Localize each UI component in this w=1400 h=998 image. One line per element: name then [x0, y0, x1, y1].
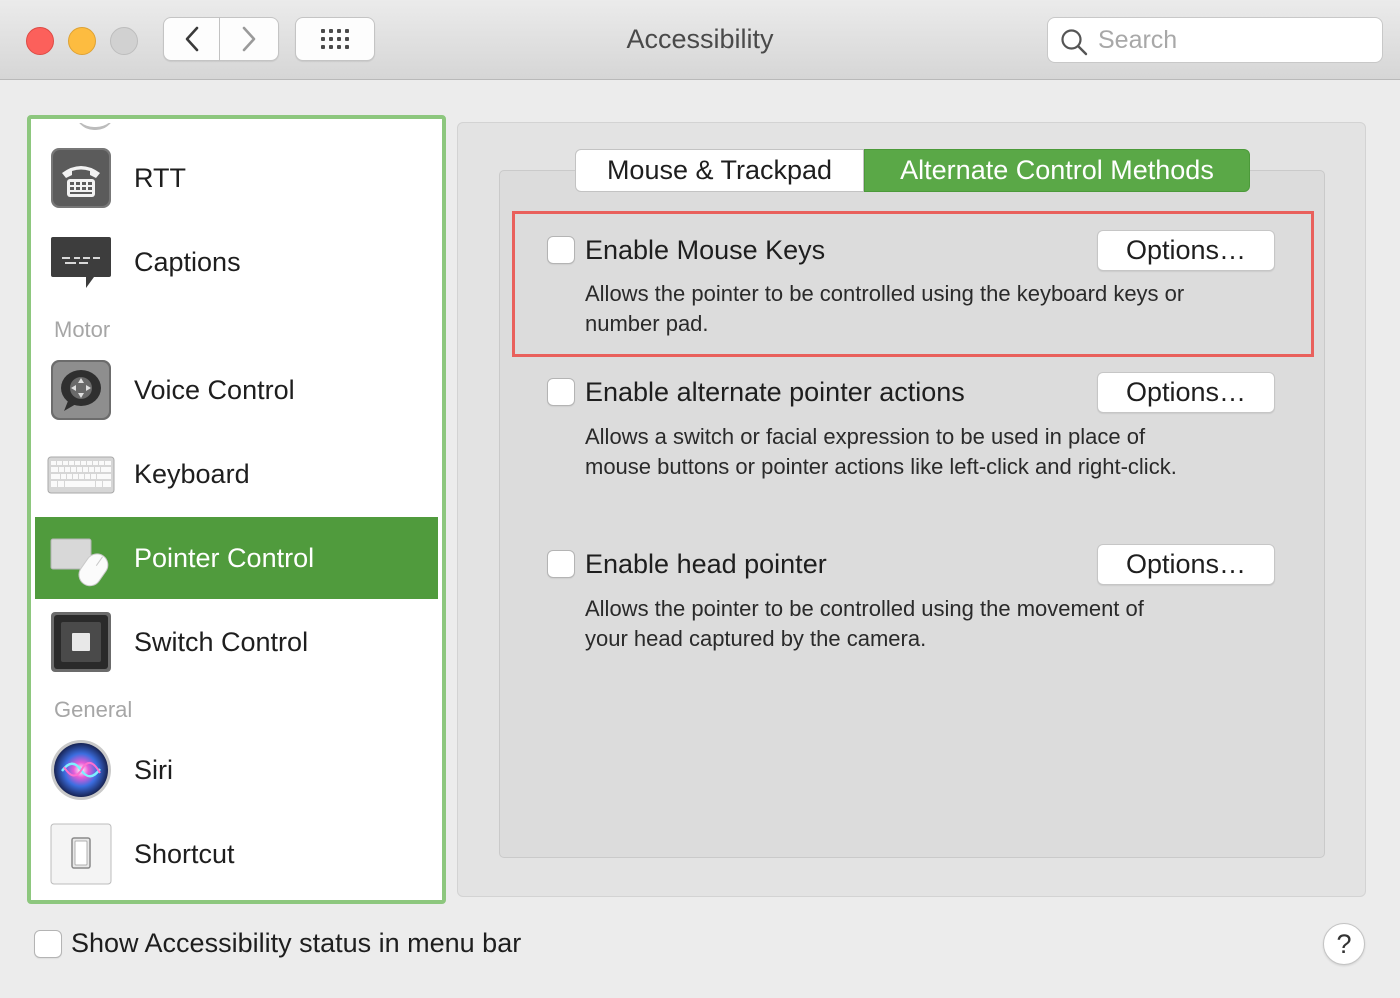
sidebar-item-label: RTT [134, 162, 186, 193]
sidebar-item-switch-control[interactable]: Switch Control [35, 601, 438, 683]
mouse-keys-options-button[interactable]: Options… [1097, 230, 1275, 271]
alternate-pointer-description: Allows a switch or facial expression to … [585, 424, 1177, 479]
enable-mouse-keys-checkbox[interactable] [547, 236, 575, 264]
mouse-keys-description: Allows the pointer to be controlled usin… [585, 281, 1185, 336]
pointer-control-icon [50, 538, 109, 587]
sidebar-item-label: Shortcut [134, 838, 235, 869]
alternate-pointer-options-button[interactable]: Options… [1097, 372, 1275, 413]
search-field[interactable] [1047, 17, 1383, 63]
sidebar-item-label: Captions [134, 246, 241, 277]
sidebar-item-label: Keyboard [134, 458, 250, 489]
sidebar: RTT Captions Motor Voice Control Keyboar… [27, 115, 446, 904]
enable-head-pointer-checkbox[interactable] [547, 550, 575, 578]
sidebar-item-label: Voice Control [134, 374, 295, 405]
head-pointer-options-button[interactable]: Options… [1097, 544, 1275, 585]
shortcut-icon [50, 823, 112, 885]
head-pointer-description: Allows the pointer to be controlled usin… [585, 596, 1144, 651]
enable-alternate-pointer-actions-label[interactable]: Enable alternate pointer actions [585, 377, 965, 408]
switch-control-icon [51, 612, 111, 672]
section-label-motor: Motor [54, 317, 111, 342]
enable-mouse-keys-label[interactable]: Enable Mouse Keys [585, 235, 825, 266]
sidebar-item-voice-control[interactable]: Voice Control [35, 349, 438, 431]
siri-icon [51, 740, 111, 800]
sidebar-item-captions[interactable]: Captions [35, 221, 438, 303]
captions-icon [51, 237, 111, 288]
title-bar: Accessibility [0, 0, 1400, 80]
help-button[interactable]: ? [1323, 923, 1365, 965]
sidebar-item-rtt[interactable]: RTT [35, 137, 438, 219]
enable-alternate-pointer-actions-checkbox[interactable] [547, 378, 575, 406]
tab-bar: Mouse & Trackpad Alternate Control Metho… [575, 149, 1250, 192]
sidebar-item-shortcut[interactable]: Shortcut [35, 813, 438, 895]
rtt-phone-icon [51, 148, 111, 208]
show-status-menu-bar-label[interactable]: Show Accessibility status in menu bar [71, 928, 521, 959]
keyboard-icon [47, 456, 115, 494]
enable-head-pointer-label[interactable]: Enable head pointer [585, 549, 827, 580]
show-status-menu-bar-checkbox[interactable] [34, 930, 62, 958]
search-input[interactable] [1096, 24, 1370, 56]
sidebar-item-siri[interactable]: Siri [35, 729, 438, 811]
sidebar-item-keyboard[interactable]: Keyboard [35, 433, 438, 515]
tab-mouse-trackpad[interactable]: Mouse & Trackpad [575, 149, 864, 192]
sidebar-item-pointer-control[interactable]: Pointer Control [35, 517, 438, 599]
sidebar-item-label: Pointer Control [134, 542, 315, 573]
sidebar-item-label: Siri [134, 754, 173, 785]
sidebar-list[interactable]: RTT Captions Motor Voice Control Keyboar… [35, 123, 438, 896]
tab-alternate-control-methods[interactable]: Alternate Control Methods [864, 149, 1250, 192]
scrolled-item-icon [75, 123, 115, 130]
voice-control-icon [51, 360, 111, 420]
search-icon [1061, 29, 1088, 56]
section-label-general: General [54, 697, 133, 722]
sidebar-item-label: Switch Control [134, 626, 309, 657]
